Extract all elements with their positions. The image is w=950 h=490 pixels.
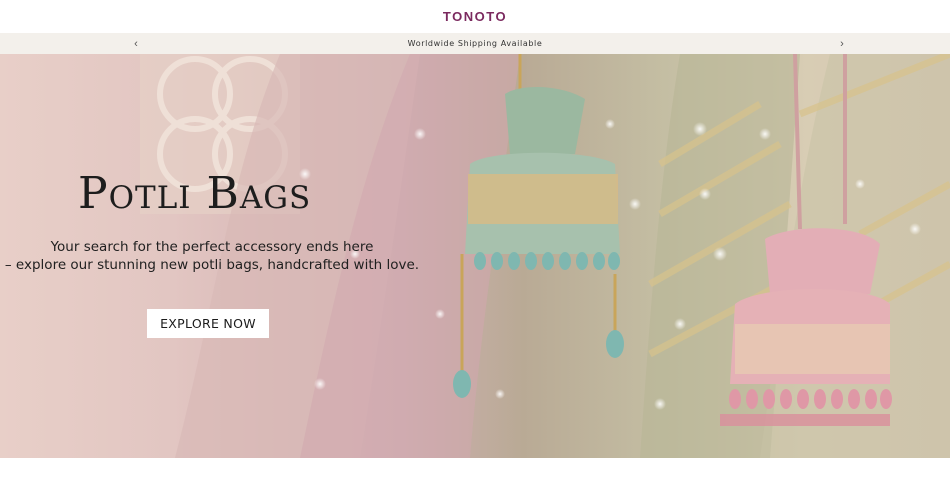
brand-logo[interactable]: TONOTO [443,9,507,24]
explore-now-button[interactable]: EXPLORE NOW [147,309,269,338]
site-header: TONOTO [0,0,950,33]
chevron-left-icon[interactable]: ‹ [126,33,146,54]
hero-title: Potli Bags [78,168,312,219]
hero-banner[interactable]: Potli Bags Your search for the perfect a… [0,54,950,458]
announcement-text: Worldwide Shipping Available [407,39,543,48]
hero-subtitle-line-2: – explore our stunning new potli bags, h… [4,257,420,273]
chevron-right-icon[interactable]: › [832,33,852,54]
hero-subtitle: Your search for the perfect accessory en… [0,238,424,274]
announcement-bar: ‹ Worldwide Shipping Available › [0,33,950,54]
hero-subtitle-line-1: Your search for the perfect accessory en… [50,239,374,255]
